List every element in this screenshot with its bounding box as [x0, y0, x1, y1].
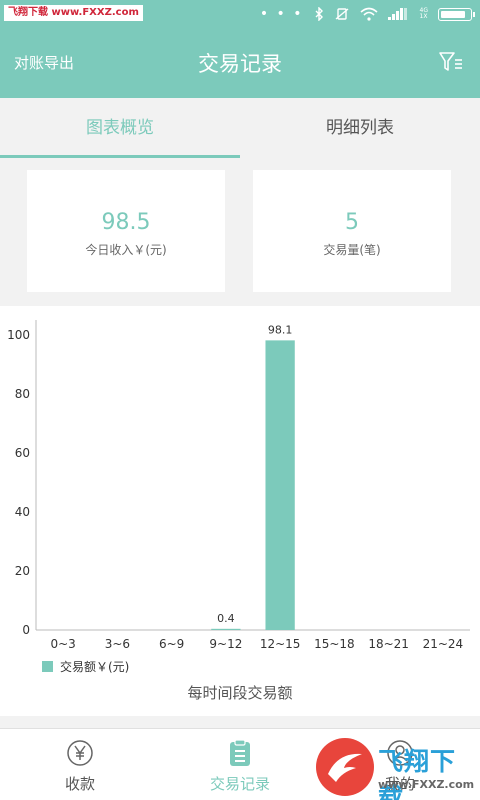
- bar: [265, 340, 295, 630]
- nav-label-records: 交易记录: [209, 775, 270, 793]
- count-card: 5 交易量(笔): [253, 170, 451, 292]
- count-value: 5: [345, 210, 359, 235]
- nav-item-receive[interactable]: 收款: [0, 729, 160, 800]
- yen-circle-icon: [67, 740, 93, 766]
- income-value: 98.5: [101, 210, 151, 235]
- legend-swatch: [42, 661, 53, 672]
- data-label: 0.4: [217, 612, 235, 625]
- export-statement-button[interactable]: 对账导出: [14, 52, 74, 73]
- mute-icon: [335, 8, 348, 20]
- y-tick-label: 80: [15, 387, 30, 401]
- nav-label-receive: 收款: [64, 775, 95, 793]
- y-tick-label: 60: [15, 446, 30, 460]
- y-tick-label: 40: [15, 505, 30, 519]
- legend-label: 交易额￥(元): [60, 659, 129, 674]
- x-tick-label: 18~21: [368, 637, 409, 651]
- bluetooth-icon: [315, 7, 323, 21]
- y-tick-label: 100: [7, 328, 30, 342]
- tab-detail-list[interactable]: 明细列表: [240, 98, 480, 158]
- x-tick-label: 6~9: [159, 637, 184, 651]
- watermark-bird-icon: [316, 738, 374, 796]
- battery-level: [441, 10, 466, 18]
- section-divider: [0, 716, 480, 728]
- app-bar: 对账导出 交易记录: [0, 28, 480, 98]
- bar: [211, 628, 241, 630]
- count-label: 交易量(笔): [323, 243, 381, 257]
- x-tick-label: 0~3: [50, 637, 75, 651]
- x-tick-label: 12~15: [260, 637, 301, 651]
- more-dots-icon: • • •: [259, 6, 304, 22]
- x-tick-label: 21~24: [423, 637, 464, 651]
- tab-chart-overview[interactable]: 图表概览: [0, 98, 240, 158]
- x-tick-label: 9~12: [209, 637, 242, 651]
- network-type: 4G 1X: [420, 8, 428, 20]
- x-tick-label: 15~18: [314, 637, 355, 651]
- watermark-url: www.FXXZ.com: [378, 778, 475, 791]
- battery-icon: [438, 7, 475, 21]
- data-label: 98.1: [268, 323, 293, 336]
- y-tick-label: 20: [15, 564, 30, 578]
- nav-item-records[interactable]: 交易记录: [160, 729, 320, 800]
- status-bar: 飞翔下载 www.FXXZ.com • • • 4G 1X: [0, 0, 480, 28]
- bar-chart: 0 20 40 60 80 100 0~3 3~6 6~9 9~12 0.4 12~15 98.1 15~…: [7, 320, 470, 702]
- filter-icon[interactable]: [438, 50, 464, 74]
- chart-title: 每时间段交易额: [187, 684, 292, 702]
- chart-area: 0 20 40 60 80 100 0~3 3~6 6~9 9~12 0.4 12~15 98.1 15~…: [0, 306, 480, 716]
- signal-icon: [387, 8, 407, 20]
- x-tick-label: 3~6: [105, 637, 130, 651]
- summary-section: 98.5 今日收入￥(元) 5 交易量(笔): [0, 158, 480, 306]
- tab-bar: 图表概览 明细列表: [0, 98, 480, 158]
- status-icons: • • • 4G 1X: [259, 6, 475, 22]
- network-1x-label: 1X: [419, 13, 428, 20]
- clipboard-icon: [230, 739, 250, 766]
- wifi-icon: [360, 7, 378, 21]
- watermark-brand: 飞翔下载: [378, 747, 457, 800]
- y-tick-label: 0: [22, 623, 30, 637]
- watermark-badge: 飞翔下载 www.FXXZ.com: [4, 5, 143, 21]
- income-label: 今日收入￥(元): [85, 243, 167, 257]
- watermark-logo: 飞翔下载 www.FXXZ.com: [316, 738, 476, 800]
- income-card: 98.5 今日收入￥(元): [27, 170, 225, 292]
